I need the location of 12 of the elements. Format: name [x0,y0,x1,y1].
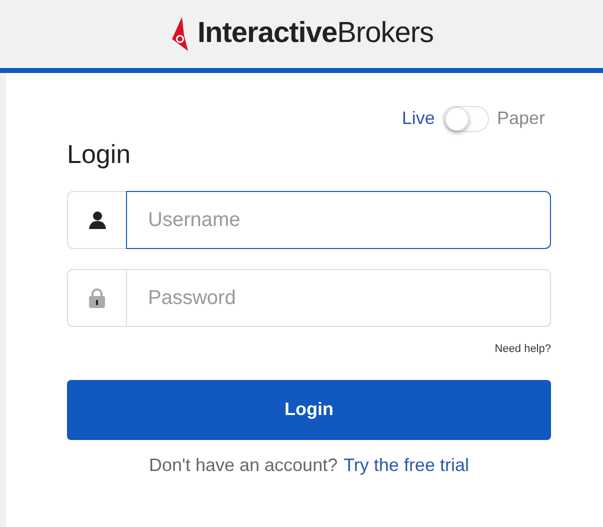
logo-text: InteractiveBrokers [198,16,434,52]
input-field[interactable]: Username [126,191,551,249]
paper-label[interactable]: Paper [496,105,545,132]
help-link[interactable]: Need help? [494,341,551,358]
signup-text: Don't have an account? [149,454,338,476]
login-button[interactable]: Login [67,380,551,440]
user-icon [88,211,106,229]
lock-icon [89,288,105,308]
mode-toggle[interactable] [442,106,489,132]
live-label[interactable]: Live [402,105,435,132]
login-title: Login [67,138,132,171]
free-trial-link[interactable]: Try the free trial [344,452,469,478]
